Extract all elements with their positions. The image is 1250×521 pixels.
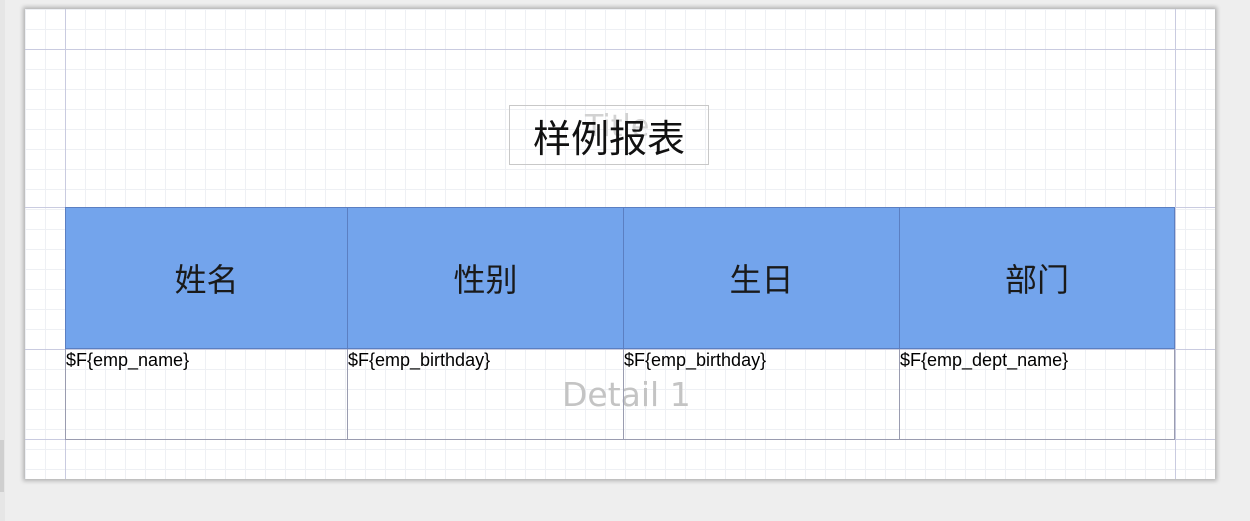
column-header-gender[interactable]: 性别	[347, 207, 624, 349]
column-header-department[interactable]: 部门	[899, 207, 1175, 349]
top-margin-guide	[25, 49, 1215, 50]
report-title-textfield[interactable]: 样例报表	[509, 105, 709, 165]
detail-field-emp-birthday-2[interactable]: $F{emp_birthday}	[623, 349, 900, 440]
report-designer-canvas: Title Detail 1 样例报表 姓名 性别 生日 部门 $F{emp_n…	[0, 0, 1250, 521]
column-header-name[interactable]: 姓名	[65, 207, 348, 349]
detail-field-emp-dept-name[interactable]: $F{emp_dept_name}	[899, 349, 1175, 440]
detail-field-emp-birthday-1[interactable]: $F{emp_birthday}	[347, 349, 624, 440]
report-page[interactable]: Title Detail 1 样例报表 姓名 性别 生日 部门 $F{emp_n…	[25, 9, 1215, 479]
column-header-birthday[interactable]: 生日	[623, 207, 900, 349]
left-panel-marker	[0, 440, 4, 492]
right-margin-guide	[1175, 9, 1176, 479]
detail-field-emp-name[interactable]: $F{emp_name}	[65, 349, 348, 440]
